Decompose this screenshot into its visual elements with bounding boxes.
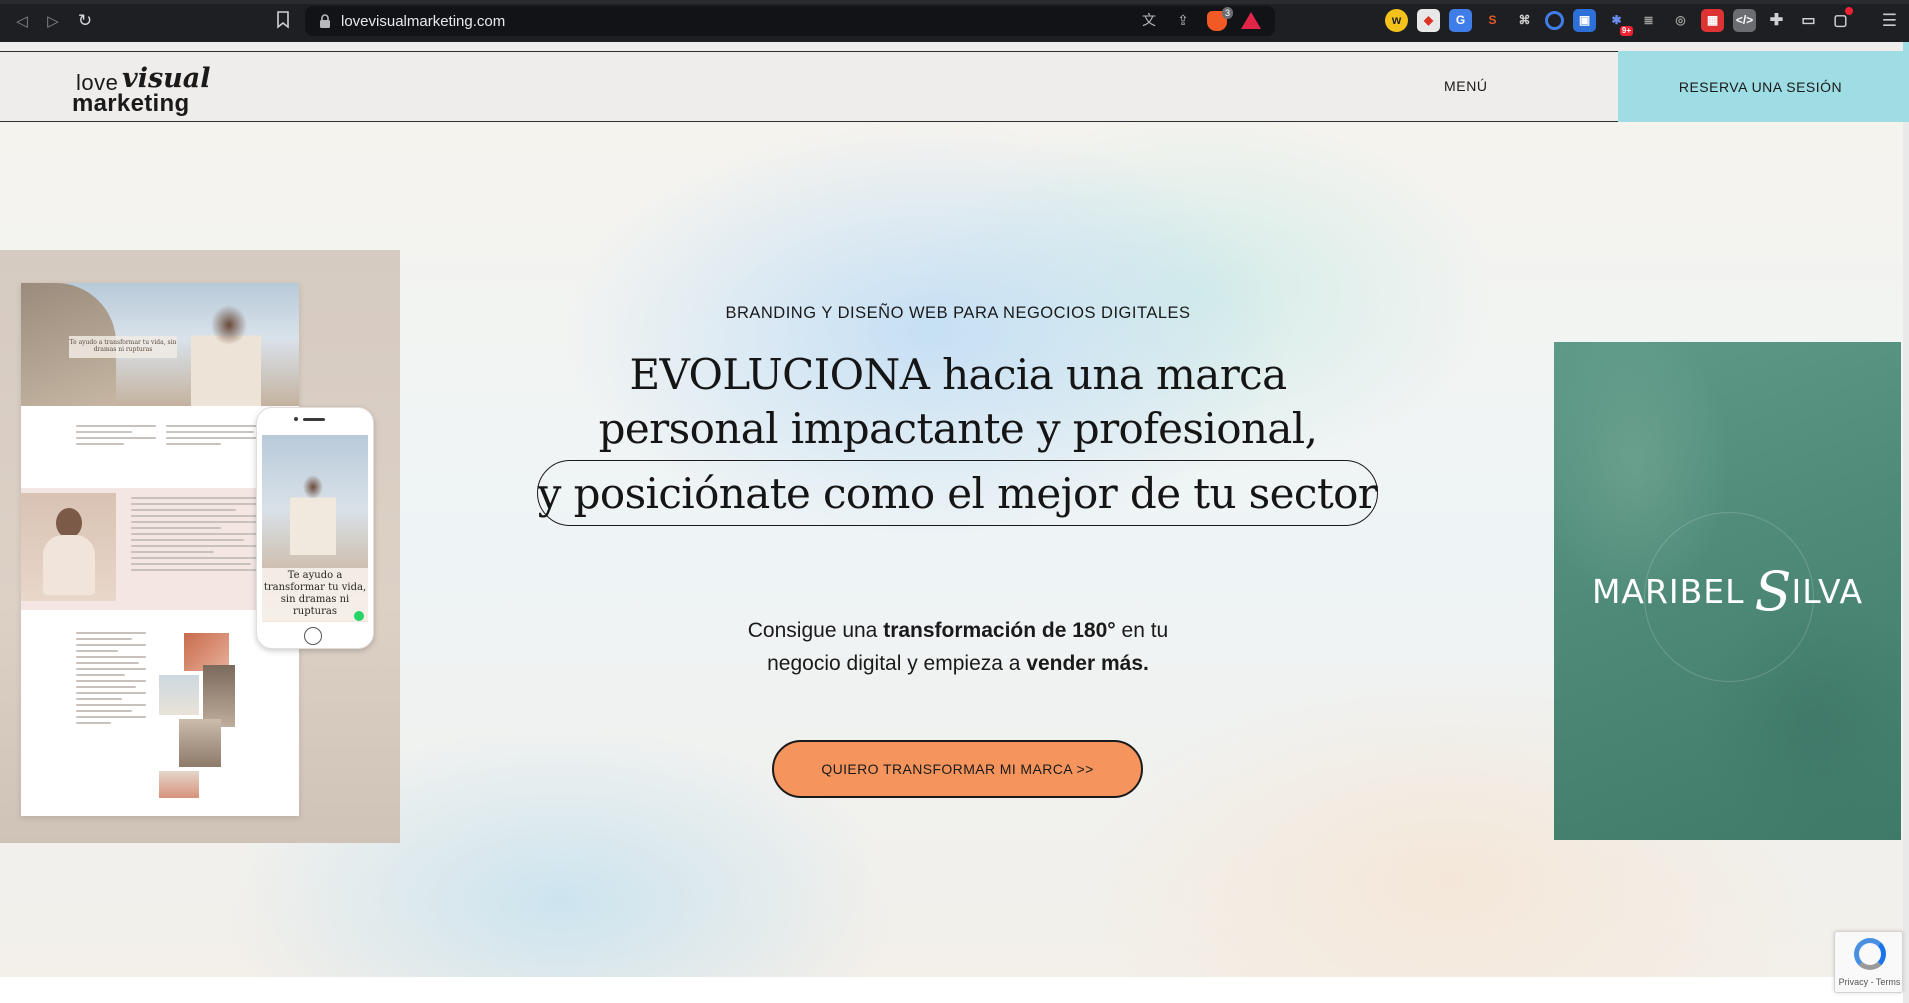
brave-rewards-icon[interactable] bbox=[1241, 11, 1261, 29]
lock-icon bbox=[320, 14, 330, 28]
extension-gear-icon[interactable]: ✱ 9+ bbox=[1605, 9, 1633, 36]
browser-chrome: ◁ ▷ ↻ lovevisualmarketing.com 文 ⇪ 3 w ◆ … bbox=[0, 0, 1909, 42]
headline-pill: y posiciónate como el mejor de tu sector bbox=[537, 460, 1378, 526]
phone-caption: Te ayudo a transformar tu vida, sin dram… bbox=[262, 568, 368, 621]
recaptcha-badge[interactable]: Privacy - Terms bbox=[1834, 931, 1903, 993]
phone-home-button bbox=[304, 627, 322, 645]
share-icon[interactable]: ⇪ bbox=[1173, 11, 1193, 31]
extension-circle-icon[interactable] bbox=[1545, 11, 1564, 30]
translate-icon[interactable]: 文 bbox=[1139, 11, 1159, 31]
phone-caption-line: Te ayudo a bbox=[287, 570, 343, 581]
reload-icon[interactable]: ↻ bbox=[74, 10, 96, 32]
scrollbar-thumb[interactable] bbox=[1903, 42, 1909, 122]
headline-line-1: EVOLUCIONA hacia una marca bbox=[629, 350, 1287, 399]
extensions-bar: w ◆ G S ⌘ ▣ ✱ 9+ ≣ ◎ ▦ </> ✚ ▭ ▢ bbox=[1385, 7, 1853, 36]
extension-translate-icon[interactable]: G bbox=[1449, 9, 1472, 32]
extension-w-icon[interactable]: w bbox=[1385, 9, 1408, 32]
logo-first-name: MARIBEL bbox=[1591, 572, 1745, 611]
maribel-silva-logo-card: MARIBEL SILVA bbox=[1554, 342, 1901, 840]
mockup-person-photo bbox=[21, 493, 116, 601]
hero-headline: EVOLUCIONA hacia una marca personal impa… bbox=[520, 348, 1396, 456]
sub-part3: negocio digital y empieza a bbox=[767, 652, 1027, 675]
header-top-strip bbox=[0, 42, 1909, 51]
phone-camera bbox=[294, 417, 298, 421]
extension-shield-icon[interactable]: ◆ bbox=[1417, 9, 1440, 32]
menu-icon[interactable]: ☰ bbox=[1882, 10, 1897, 32]
url-text[interactable]: lovevisualmarketing.com bbox=[341, 13, 505, 30]
phone-mockup: Te ayudo a transformar tu vida, sin dram… bbox=[256, 407, 374, 649]
extension-code-icon[interactable]: </> bbox=[1733, 9, 1756, 32]
logo-marketing: marketing bbox=[72, 90, 190, 117]
brave-shield-icon[interactable]: 3 bbox=[1207, 7, 1233, 31]
reserva-sesion-button[interactable]: RESERVA UNA SESIÓN bbox=[1618, 51, 1903, 123]
sub-part1: Consigue una bbox=[747, 619, 884, 642]
extension-blue-icon[interactable]: ▣ bbox=[1573, 9, 1596, 32]
whatsapp-icon bbox=[354, 611, 364, 621]
page-scrollbar[interactable] bbox=[1903, 42, 1909, 1003]
mockup-text-block bbox=[76, 421, 156, 449]
recaptcha-icon bbox=[1854, 938, 1886, 970]
hero-bottom-edge bbox=[0, 977, 1903, 1003]
hero-subtitle: Consigue una transformación de 180° en t… bbox=[620, 614, 1296, 680]
extension-stack-icon[interactable]: ≣ bbox=[1637, 9, 1660, 32]
extension-glyph-icon[interactable]: ⌘ bbox=[1513, 9, 1536, 32]
logo-s-initial: S bbox=[1754, 560, 1792, 623]
menu-link[interactable]: MENÚ bbox=[1444, 78, 1488, 94]
sub-bold2: vender más. bbox=[1026, 652, 1149, 675]
mockup-text-block bbox=[76, 628, 146, 728]
phone-screen: Te ayudo a transformar tu vida, sin dram… bbox=[262, 435, 368, 622]
collage-tile bbox=[159, 675, 199, 715]
address-bar[interactable]: lovevisualmarketing.com 文 ⇪ 3 bbox=[305, 6, 1275, 36]
wallet-icon[interactable]: ▢ bbox=[1829, 7, 1853, 32]
brave-shield-count: 3 bbox=[1221, 7, 1233, 19]
extension-ring-icon[interactable]: ◎ bbox=[1669, 9, 1692, 32]
desktop-mockup-person bbox=[191, 305, 261, 406]
desktop-mockup-caption: Te ayudo a transformar tu vida, sin dram… bbox=[69, 336, 177, 358]
site-logo[interactable]: love visual marketing bbox=[72, 62, 212, 117]
phone-figure bbox=[290, 475, 336, 555]
collage-tile bbox=[179, 719, 221, 767]
recaptcha-links[interactable]: Privacy - Terms bbox=[1835, 977, 1904, 987]
extension-s-icon[interactable]: S bbox=[1481, 9, 1504, 32]
phone-caption-line: sin dramas ni bbox=[280, 594, 350, 605]
site-header: love visual marketing MENÚ RESERVA UNA S… bbox=[0, 51, 1909, 123]
headline-line-2: personal impactante y profesional, bbox=[598, 404, 1318, 453]
sidebar-icon[interactable]: ▭ bbox=[1797, 9, 1820, 32]
transformar-marca-button[interactable]: QUIERO TRANSFORMAR MI MARCA >> bbox=[772, 740, 1143, 798]
extension-red-icon[interactable]: ▦ bbox=[1701, 9, 1724, 32]
desktop-mockup-hero: Te ayudo a transformar tu vida, sin dram… bbox=[21, 283, 299, 406]
phone-caption-line: transformar tu vida, bbox=[263, 582, 367, 593]
bookmark-icon[interactable] bbox=[276, 11, 290, 29]
back-icon[interactable]: ◁ bbox=[11, 10, 33, 32]
mockup-photo-collage bbox=[159, 633, 235, 808]
hero-section: Te ayudo a transformar tu vida, sin dram… bbox=[0, 122, 1903, 977]
url-actions: 文 ⇪ 3 bbox=[1139, 7, 1261, 31]
phone-speaker bbox=[303, 418, 325, 421]
extension-badge: 9+ bbox=[1619, 26, 1633, 36]
extensions-icon[interactable]: ✚ bbox=[1765, 9, 1788, 32]
sub-bold1: transformación de 180° bbox=[883, 619, 1116, 642]
maribel-silva-logo: MARIBEL SILVA bbox=[1554, 560, 1901, 623]
sub-part2: en tu bbox=[1115, 619, 1169, 642]
hero-eyebrow: BRANDING Y DISEÑO WEB PARA NEGOCIOS DIGI… bbox=[725, 304, 1191, 322]
forward-icon[interactable]: ▷ bbox=[42, 10, 64, 32]
mockup-footer bbox=[21, 798, 299, 816]
phone-caption-line: rupturas bbox=[293, 606, 337, 617]
collage-tile bbox=[203, 665, 235, 727]
logo-last-name: ILVA bbox=[1791, 572, 1864, 611]
website-mockup-image: Te ayudo a transformar tu vida, sin dram… bbox=[0, 250, 400, 843]
tab-strip bbox=[0, 0, 1909, 4]
